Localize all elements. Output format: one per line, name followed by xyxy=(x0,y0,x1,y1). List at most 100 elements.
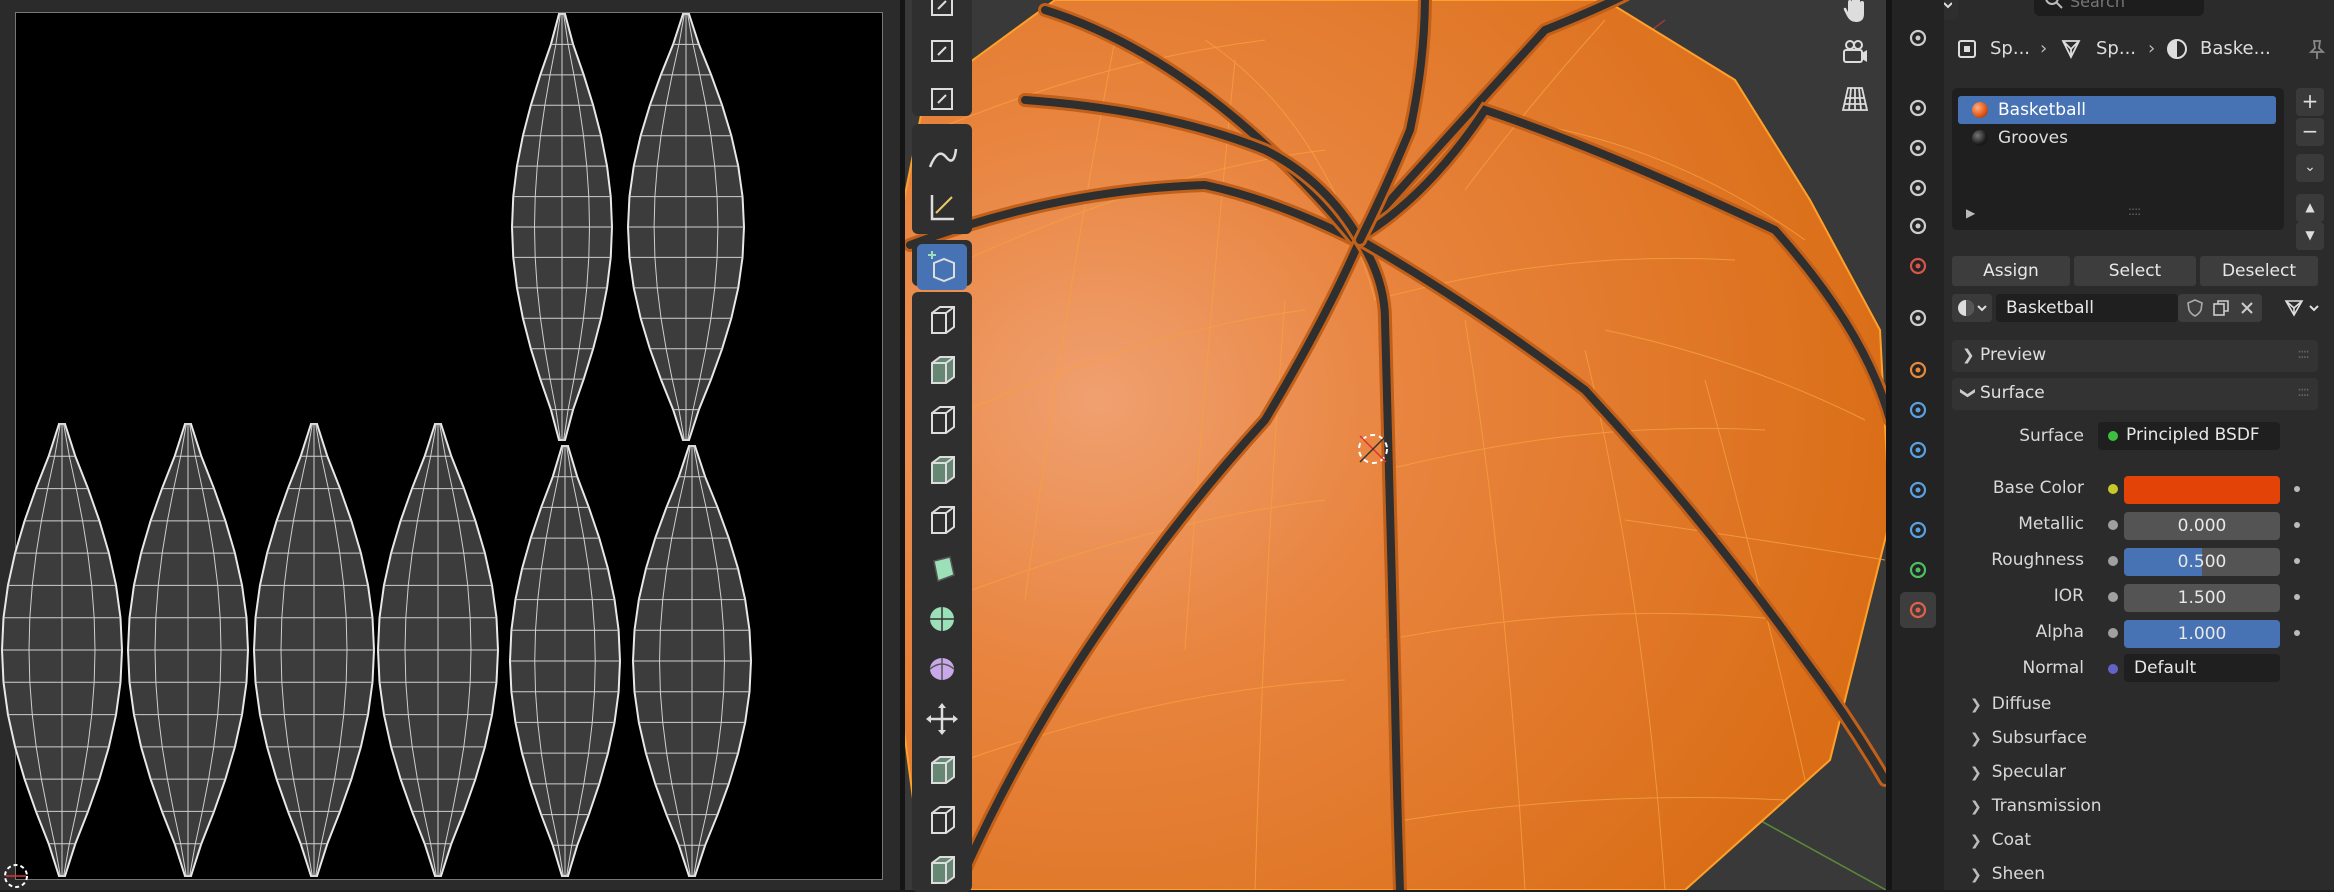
uv-island[interactable] xyxy=(508,445,622,877)
poly-build-icon[interactable] xyxy=(917,546,967,592)
object-icon[interactable] xyxy=(1900,352,1936,388)
breadcrumb-material[interactable]: Baske... xyxy=(2200,38,2271,59)
alpha-slider[interactable]: 1.000 xyxy=(2124,620,2280,648)
float-socket-icon xyxy=(2108,556,2118,566)
rip-icon[interactable] xyxy=(917,846,967,892)
subpanel-label: Diffuse xyxy=(1991,694,2052,714)
move-slot-down-button[interactable]: ▼ xyxy=(2296,222,2324,250)
shear-icon[interactable] xyxy=(917,796,967,842)
subpanel-label: Transmission xyxy=(1991,796,2102,816)
material-slot-grooves[interactable]: Grooves xyxy=(1958,124,2276,152)
uv-island[interactable] xyxy=(626,13,746,441)
pin-icon[interactable] xyxy=(2306,38,2328,60)
uv-island[interactable] xyxy=(126,423,250,877)
inset-icon[interactable] xyxy=(917,346,967,392)
drag-grip-icon[interactable]: :::: xyxy=(2297,384,2310,400)
world-icon[interactable] xyxy=(1900,248,1936,284)
smooth-icon[interactable] xyxy=(917,646,967,692)
render-icon[interactable] xyxy=(1900,90,1936,126)
alpha-label: Alpha xyxy=(2035,622,2084,642)
add-cube-icon[interactable] xyxy=(917,244,967,290)
material-slot-label: Grooves xyxy=(1998,128,2068,148)
assign-button[interactable]: Assign xyxy=(1952,256,2070,286)
uv-island[interactable] xyxy=(252,423,376,877)
perspective-grid-icon[interactable] xyxy=(1836,80,1874,118)
keyframe-dot-icon[interactable] xyxy=(2294,558,2300,564)
select-tool-icon[interactable] xyxy=(917,0,967,28)
fake-user-shield-icon[interactable] xyxy=(2186,299,2204,317)
subpanel-sheen[interactable]: ❯ Sheen xyxy=(1970,864,2045,884)
knife-icon[interactable] xyxy=(917,496,967,542)
3d-viewport[interactable] xyxy=(905,0,1886,890)
deselect-button[interactable]: Deselect xyxy=(2200,256,2318,286)
transform-icon[interactable] xyxy=(917,76,967,122)
camera-view-icon[interactable] xyxy=(1836,34,1874,72)
link-type-dropdown[interactable] xyxy=(2280,294,2322,322)
material-slot-basketball[interactable]: Basketball xyxy=(1958,96,2276,124)
keyframe-dot-icon[interactable] xyxy=(2294,630,2300,636)
browse-material-button[interactable] xyxy=(1952,294,1992,322)
modifier-icon[interactable] xyxy=(1900,392,1936,428)
uv-island[interactable] xyxy=(376,423,500,877)
ior-field[interactable]: 1.500 xyxy=(2124,584,2280,612)
subpanel-subsurface[interactable]: ❯ Subsurface xyxy=(1970,728,2087,748)
material-slot-list[interactable]: Basketball Grooves ▶ :::: xyxy=(1952,88,2284,230)
move-slot-up-button[interactable]: ▲ xyxy=(2296,194,2324,222)
preview-panel-header[interactable]: ❯ Preview :::: xyxy=(1952,340,2318,372)
subpanel-specular[interactable]: ❯ Specular xyxy=(1970,762,2066,782)
keyframe-dot-icon[interactable] xyxy=(2294,486,2300,492)
scale-icon[interactable] xyxy=(917,28,967,74)
collection-icon[interactable] xyxy=(1900,300,1936,336)
search-input[interactable]: Search xyxy=(2034,0,2204,16)
expand-arrow-icon[interactable]: ▶ xyxy=(1966,206,1975,220)
breadcrumb-scene[interactable]: Sp... xyxy=(1990,38,2030,59)
basketball-mesh[interactable] xyxy=(905,0,1886,890)
normal-input-field[interactable]: Default xyxy=(2124,654,2280,682)
output-icon[interactable] xyxy=(1900,130,1936,166)
add-slot-button[interactable]: + xyxy=(2296,88,2324,116)
alpha-value: 1.000 xyxy=(2177,624,2227,644)
view-layer-icon[interactable] xyxy=(1900,170,1936,206)
breadcrumb: Sp... › Sp... › Baske... xyxy=(1944,22,2334,78)
loop-cut-icon[interactable] xyxy=(917,446,967,492)
chevron-right-icon: ❯ xyxy=(1970,833,1982,849)
spin-icon[interactable] xyxy=(917,596,967,642)
subpanel-transmission[interactable]: ❯ Transmission xyxy=(1970,796,2102,816)
bevel-icon[interactable] xyxy=(917,396,967,442)
uv-island[interactable] xyxy=(0,423,124,877)
edge-slide-icon[interactable] xyxy=(917,696,967,742)
select-button[interactable]: Select xyxy=(2074,256,2196,286)
float-socket-icon xyxy=(2108,592,2118,602)
subpanel-coat[interactable]: ❯ Coat xyxy=(1970,830,2031,850)
remove-slot-button[interactable]: − xyxy=(2296,118,2324,146)
drag-grip-icon[interactable]: :::: xyxy=(2297,346,2310,362)
unlink-x-icon[interactable] xyxy=(2238,299,2256,317)
tool-settings-icon[interactable] xyxy=(1900,20,1936,56)
roughness-slider[interactable]: 0.500 xyxy=(2124,548,2280,576)
base-color-swatch[interactable] xyxy=(2124,476,2280,504)
breadcrumb-object[interactable]: Sp... xyxy=(2096,38,2136,59)
measure-icon[interactable] xyxy=(917,184,967,230)
shrink-fatten-icon[interactable] xyxy=(917,746,967,792)
2d-cursor-icon[interactable] xyxy=(4,864,28,888)
annotate-icon[interactable] xyxy=(917,134,967,180)
extrude-icon[interactable] xyxy=(917,296,967,342)
resize-grip-icon[interactable]: :::: xyxy=(2128,204,2141,218)
uv-island[interactable] xyxy=(510,13,614,441)
subpanel-label: Subsurface xyxy=(1991,728,2087,748)
surface-panel-header[interactable]: ❯ Surface :::: xyxy=(1952,378,2318,410)
surface-shader-selector[interactable]: Principled BSDF xyxy=(2098,422,2280,450)
float-socket-icon xyxy=(2108,628,2118,638)
panel-title: Surface xyxy=(1980,383,2045,403)
keyframe-dot-icon[interactable] xyxy=(2294,522,2300,528)
uv-islands[interactable] xyxy=(0,0,900,890)
scene-props-icon[interactable] xyxy=(1900,208,1936,244)
uv-island[interactable] xyxy=(631,445,753,877)
duplicate-icon[interactable] xyxy=(2212,299,2230,317)
metallic-field[interactable]: 0.000 xyxy=(2124,512,2280,540)
pan-hand-icon[interactable] xyxy=(1836,0,1874,28)
subpanel-diffuse[interactable]: ❯ Diffuse xyxy=(1970,694,2051,714)
slot-specials-menu[interactable]: ⌄ xyxy=(2296,154,2324,182)
material-name-field[interactable]: Basketball xyxy=(1996,294,2178,322)
keyframe-dot-icon[interactable] xyxy=(2294,594,2300,600)
